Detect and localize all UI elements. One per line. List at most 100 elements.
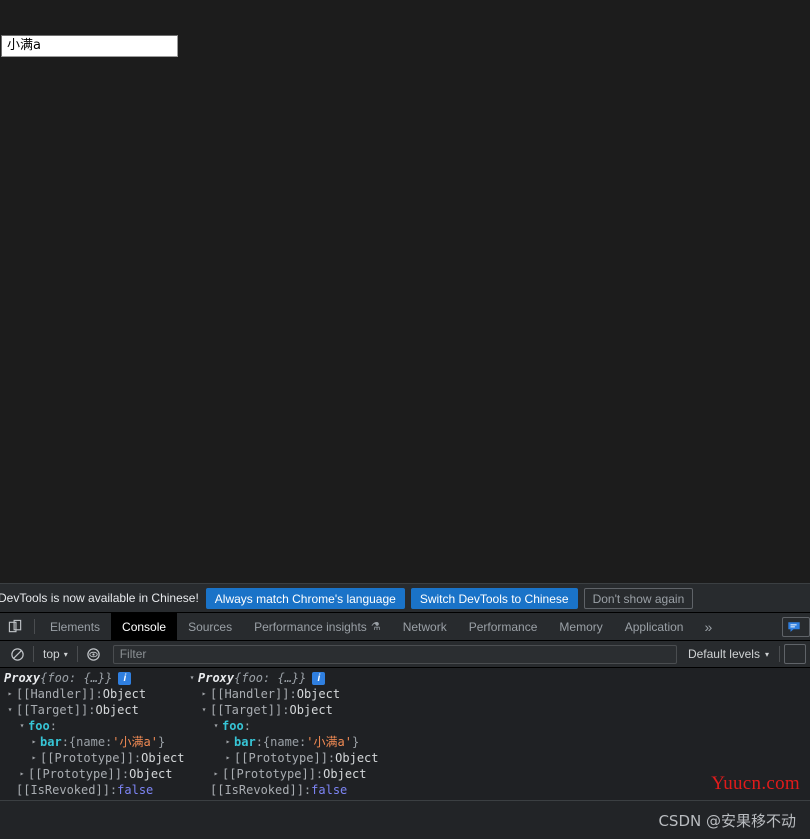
property-value-boolean: false (311, 783, 348, 797)
devtools-tab-bar: Elements Console Sources Performance ins… (0, 613, 810, 641)
console-property-row[interactable]: ▸ [[Prototype]]: Object (186, 750, 379, 766)
console-property-row[interactable]: ▸[[IsRevoked]]: false (0, 782, 185, 798)
switch-devtools-to-chinese-button[interactable]: Switch DevTools to Chinese (410, 587, 578, 609)
console-log-entry[interactable]: ▾Proxy {foo: {…}}i▸[[Handler]]: Object▾[… (186, 668, 379, 798)
property-separator: : (315, 767, 324, 781)
tab-elements[interactable]: Elements (39, 613, 111, 640)
property-value-suffix: } (351, 735, 360, 749)
info-badge-icon[interactable]: i (312, 671, 326, 685)
toolbar-separator-3 (779, 646, 780, 662)
property-name: bar (234, 735, 256, 749)
console-property-row[interactable]: ▸ [[Handler]]: Object (0, 686, 185, 702)
console-property-row[interactable]: ▾ foo: (186, 718, 379, 734)
tab-application[interactable]: Application (614, 613, 695, 640)
always-match-chrome-language-button[interactable]: Always match Chrome's language (205, 587, 405, 609)
property-value: Object (102, 687, 147, 701)
tab-performance[interactable]: Performance (458, 613, 549, 640)
property-name: bar (40, 735, 62, 749)
issues-message-icon[interactable] (782, 616, 810, 637)
property-separator: : (243, 719, 251, 733)
property-separator: : (133, 751, 142, 765)
console-property-row[interactable]: ▾ [[Target]]: Object (186, 702, 379, 718)
disclosure-triangle-icon[interactable]: ▾ (198, 702, 210, 718)
console-property-row[interactable]: ▸ [[Prototype]]: Object (186, 766, 379, 782)
tab-memory[interactable]: Memory (548, 613, 613, 640)
console-property-row[interactable]: ▾ foo: (0, 718, 185, 734)
property-value: Object (296, 687, 341, 701)
console-property-row[interactable]: ▸ [[Prototype]]: Object (0, 750, 185, 766)
property-name: [[Prototype]] (234, 751, 328, 765)
tab-console-label: Console (122, 619, 167, 634)
toolbar-separator-2 (76, 646, 78, 662)
disclosure-triangle-icon[interactable]: ▸ (4, 686, 16, 702)
console-property-row[interactable]: ▸ bar: {name: '小满a'} (186, 734, 379, 750)
dont-show-again-button[interactable]: Don't show again (583, 587, 694, 609)
disclosure-triangle-icon[interactable]: ▸ (222, 750, 234, 766)
disclosure-triangle-icon[interactable]: ▸ (28, 734, 40, 750)
property-name: [[Prototype]] (222, 767, 316, 781)
disclosure-triangle-icon[interactable]: ▸ (210, 766, 222, 782)
live-expression-eye-icon[interactable] (81, 643, 107, 665)
property-value: Object (129, 767, 173, 781)
csdn-author-watermark: CSDN @安果移不动 (658, 812, 796, 830)
property-separator: : (49, 719, 57, 733)
console-log-header[interactable]: ▾Proxy {foo: {…}}i (186, 670, 379, 686)
disclosure-triangle-icon[interactable]: ▸ (16, 766, 28, 782)
disclosure-triangle-icon[interactable]: ▾ (210, 718, 222, 734)
console-toolbar: top ▾ Default levels ▾ (0, 641, 810, 668)
tab-sources-label: Sources (188, 619, 233, 634)
tab-console[interactable]: Console (111, 613, 178, 640)
page-viewport (0, 0, 810, 583)
tab-performance-insights-label: Performance insights (254, 619, 367, 634)
info-badge-icon[interactable]: i (118, 671, 132, 685)
property-separator: : (121, 767, 130, 781)
tab-memory-label: Memory (559, 619, 603, 634)
property-name: [[IsRevoked]] (210, 783, 304, 797)
property-value-prefix: {name: (68, 735, 113, 749)
disclosure-triangle-icon[interactable]: ▸ (222, 734, 234, 750)
property-name: [[Target]] (16, 703, 89, 717)
settings-gear-icon[interactable] (784, 644, 806, 664)
console-property-row[interactable]: ▸ [[Handler]]: Object (186, 686, 379, 702)
property-separator: : (88, 703, 96, 717)
disclosure-triangle-icon[interactable]: ▾ (186, 670, 198, 686)
console-property-row[interactable]: ▸ bar: {name: '小满a'} (0, 734, 185, 750)
property-value-suffix: } (157, 735, 166, 749)
property-separator: : (327, 751, 336, 765)
log-levels-label: Default levels (687, 647, 760, 661)
disclosure-triangle-icon[interactable]: ▸ (198, 686, 210, 702)
disclosure-triangle-icon[interactable]: ▾ (16, 718, 28, 734)
property-separator: : (95, 687, 103, 701)
console-property-row[interactable]: ▾ [[Target]]: Object (0, 702, 185, 718)
tab-performance-insights[interactable]: Performance insights ⚗ (243, 613, 392, 640)
property-value-boolean: false (117, 783, 154, 797)
tab-network-label: Network (402, 619, 447, 634)
execution-context-selector[interactable]: top ▾ (37, 643, 74, 665)
tab-sources[interactable]: Sources (177, 613, 243, 640)
clear-console-icon[interactable] (4, 643, 30, 665)
property-name: [[Target]] (210, 703, 283, 717)
disclosure-triangle-icon[interactable]: ▾ (4, 702, 16, 718)
disclosure-triangle-icon[interactable]: ▸ (28, 750, 40, 766)
console-filter-input[interactable] (112, 644, 677, 664)
dock-panel-icon[interactable] (0, 613, 30, 640)
more-tabs-chevron-icon[interactable]: » (694, 613, 722, 640)
tab-network[interactable]: Network (392, 613, 458, 640)
row-indent-spacer: ▸ (198, 782, 210, 798)
property-name: [[IsRevoked]] (16, 783, 110, 797)
console-property-row[interactable]: ▸ [[Prototype]]: Object (0, 766, 185, 782)
console-log-entry[interactable]: ▾Proxy {foo: {…}}i▸[[Handler]]: Object▾[… (0, 668, 185, 798)
tabbar-separator (34, 619, 35, 634)
property-separator: : (303, 783, 312, 797)
property-value-string: '小满a' (306, 735, 352, 749)
experiment-flask-icon: ⚗ (370, 621, 381, 633)
chevron-down-icon: ▾ (764, 649, 769, 659)
log-levels-selector[interactable]: Default levels ▾ (682, 643, 775, 665)
tab-performance-label: Performance (468, 619, 538, 634)
console-log-header[interactable]: ▾Proxy {foo: {…}}i (0, 670, 185, 686)
console-output-area[interactable]: ▾Proxy {foo: {…}}i▸[[Handler]]: Object▾[… (0, 668, 810, 801)
tabbar-spacer (722, 613, 782, 640)
page-text-input[interactable] (1, 35, 178, 57)
object-preview: {foo: {…}} (234, 671, 307, 685)
console-property-row[interactable]: ▸[[IsRevoked]]: false (186, 782, 379, 798)
